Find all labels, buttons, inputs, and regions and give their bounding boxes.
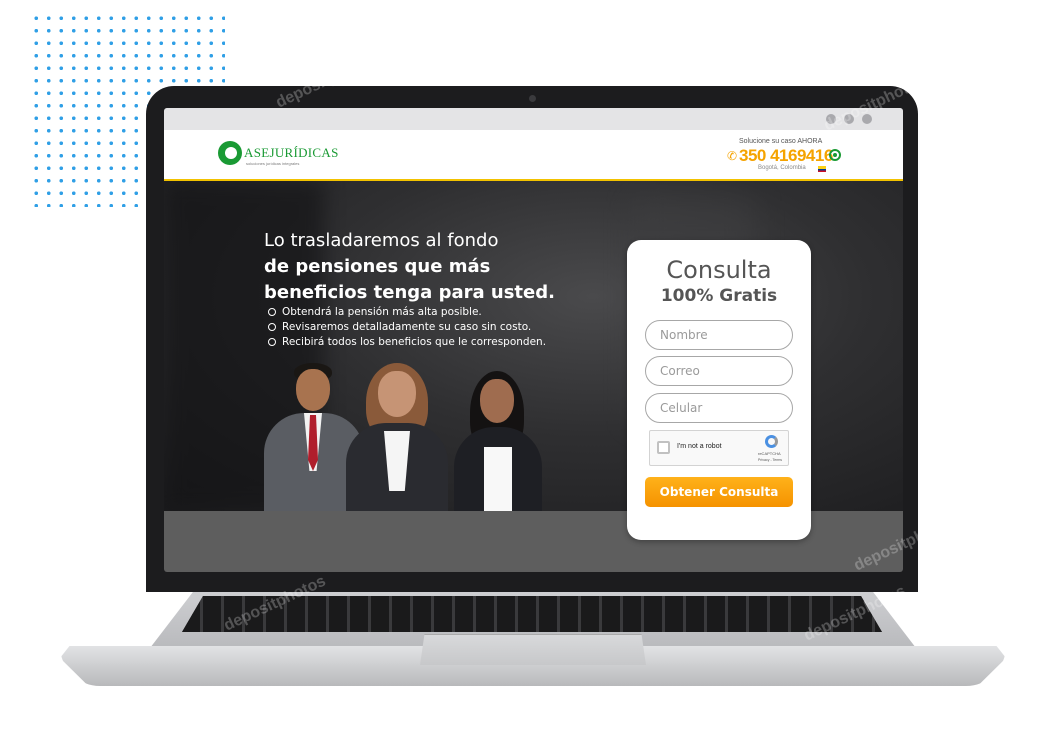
check-circle-icon xyxy=(268,338,276,346)
browser-chrome xyxy=(164,108,903,130)
benefit-text: Revisaremos detalladamente su caso sin c… xyxy=(282,321,532,333)
person-woman-right xyxy=(450,371,546,511)
hero-title-line: beneficios tenga para usted. xyxy=(264,282,555,303)
email-input[interactable] xyxy=(645,356,793,386)
face xyxy=(480,379,514,423)
form-subtitle: 100% Gratis xyxy=(660,286,778,306)
recaptcha-terms-link[interactable]: Privacy - Terms xyxy=(758,458,782,462)
blouse xyxy=(484,447,512,511)
face xyxy=(378,371,416,417)
whatsapp-icon[interactable] xyxy=(829,149,841,161)
recaptcha-checkbox[interactable] xyxy=(657,441,670,454)
benefit-item: Recibirá todos los beneficios que le cor… xyxy=(268,335,546,350)
recaptcha-widget: I'm not a robot reCAPTCHA Privacy - Term… xyxy=(649,430,789,466)
submit-button[interactable]: Obtener Consulta xyxy=(645,477,793,507)
phone-icon: ✆ xyxy=(727,149,738,163)
check-circle-icon xyxy=(268,323,276,331)
recaptcha-icon xyxy=(765,435,778,448)
person-woman-center xyxy=(342,363,452,511)
benefit-item: Revisaremos detalladamente su caso sin c… xyxy=(268,320,546,335)
recaptcha-label: I'm not a robot xyxy=(677,443,722,450)
logo-icon[interactable] xyxy=(218,141,242,165)
header-cta-text: Solucione su caso AHORA xyxy=(739,138,823,145)
recaptcha-brand: reCAPTCHA xyxy=(758,451,781,456)
benefits-list: Obtendrá la pensión más alta posible. Re… xyxy=(268,305,546,350)
hero-title: Lo trasladaremos al fondo de pensiones q… xyxy=(264,228,564,306)
laptop-screen: ASEJURÍDICAS soluciones jurídicas integr… xyxy=(164,108,903,572)
name-input[interactable] xyxy=(645,320,793,350)
hero-title-line: Lo trasladaremos al fondo xyxy=(264,230,499,251)
check-circle-icon xyxy=(268,308,276,316)
header-location: Bogotá, Colombia xyxy=(758,165,806,171)
benefit-text: Recibirá todos los beneficios que le cor… xyxy=(282,336,547,348)
logo-text[interactable]: ASEJURÍDICAS xyxy=(244,145,339,161)
consultation-form: Consulta 100% Gratis I'm not a robot reC… xyxy=(627,240,811,540)
face xyxy=(296,369,330,411)
benefit-item: Obtendrá la pensión más alta posible. xyxy=(268,305,546,320)
hero-title-line: de pensiones que más xyxy=(264,256,491,277)
laptop-trackpad xyxy=(420,634,646,665)
form-title: Consulta xyxy=(666,256,772,284)
colombia-flag-icon xyxy=(818,166,826,172)
logo-tagline: soluciones jurídicas integrales xyxy=(246,161,300,166)
site-header: ASEJURÍDICAS soluciones jurídicas integr… xyxy=(164,130,903,181)
team-photo xyxy=(264,363,554,511)
benefit-text: Obtendrá la pensión más alta posible. xyxy=(282,306,482,318)
header-phone-number[interactable]: 350 4169416 xyxy=(739,146,833,166)
webcam-icon xyxy=(529,95,536,102)
phone-input[interactable] xyxy=(645,393,793,423)
